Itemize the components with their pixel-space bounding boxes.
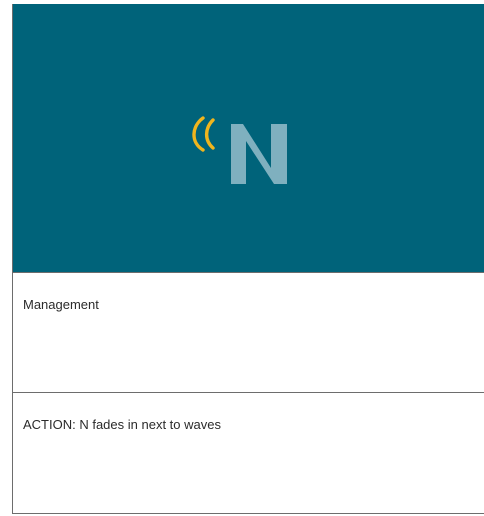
- section-label-panel: Management: [13, 273, 484, 392]
- preview-panel: [13, 4, 484, 272]
- action-note: ACTION: N fades in next to waves: [23, 417, 221, 432]
- n-letter-icon: [231, 124, 287, 184]
- wave-n-logo-icon: [192, 116, 287, 184]
- signal-waves-icon: [192, 116, 215, 152]
- inner-wave-icon: [204, 118, 215, 150]
- storyboard-frame: Management ACTION: N fades in next to wa…: [12, 4, 484, 514]
- section-label: Management: [23, 297, 99, 312]
- bottom-divider: [13, 513, 484, 514]
- action-note-panel: ACTION: N fades in next to waves: [13, 393, 484, 514]
- outer-wave-icon: [192, 116, 205, 152]
